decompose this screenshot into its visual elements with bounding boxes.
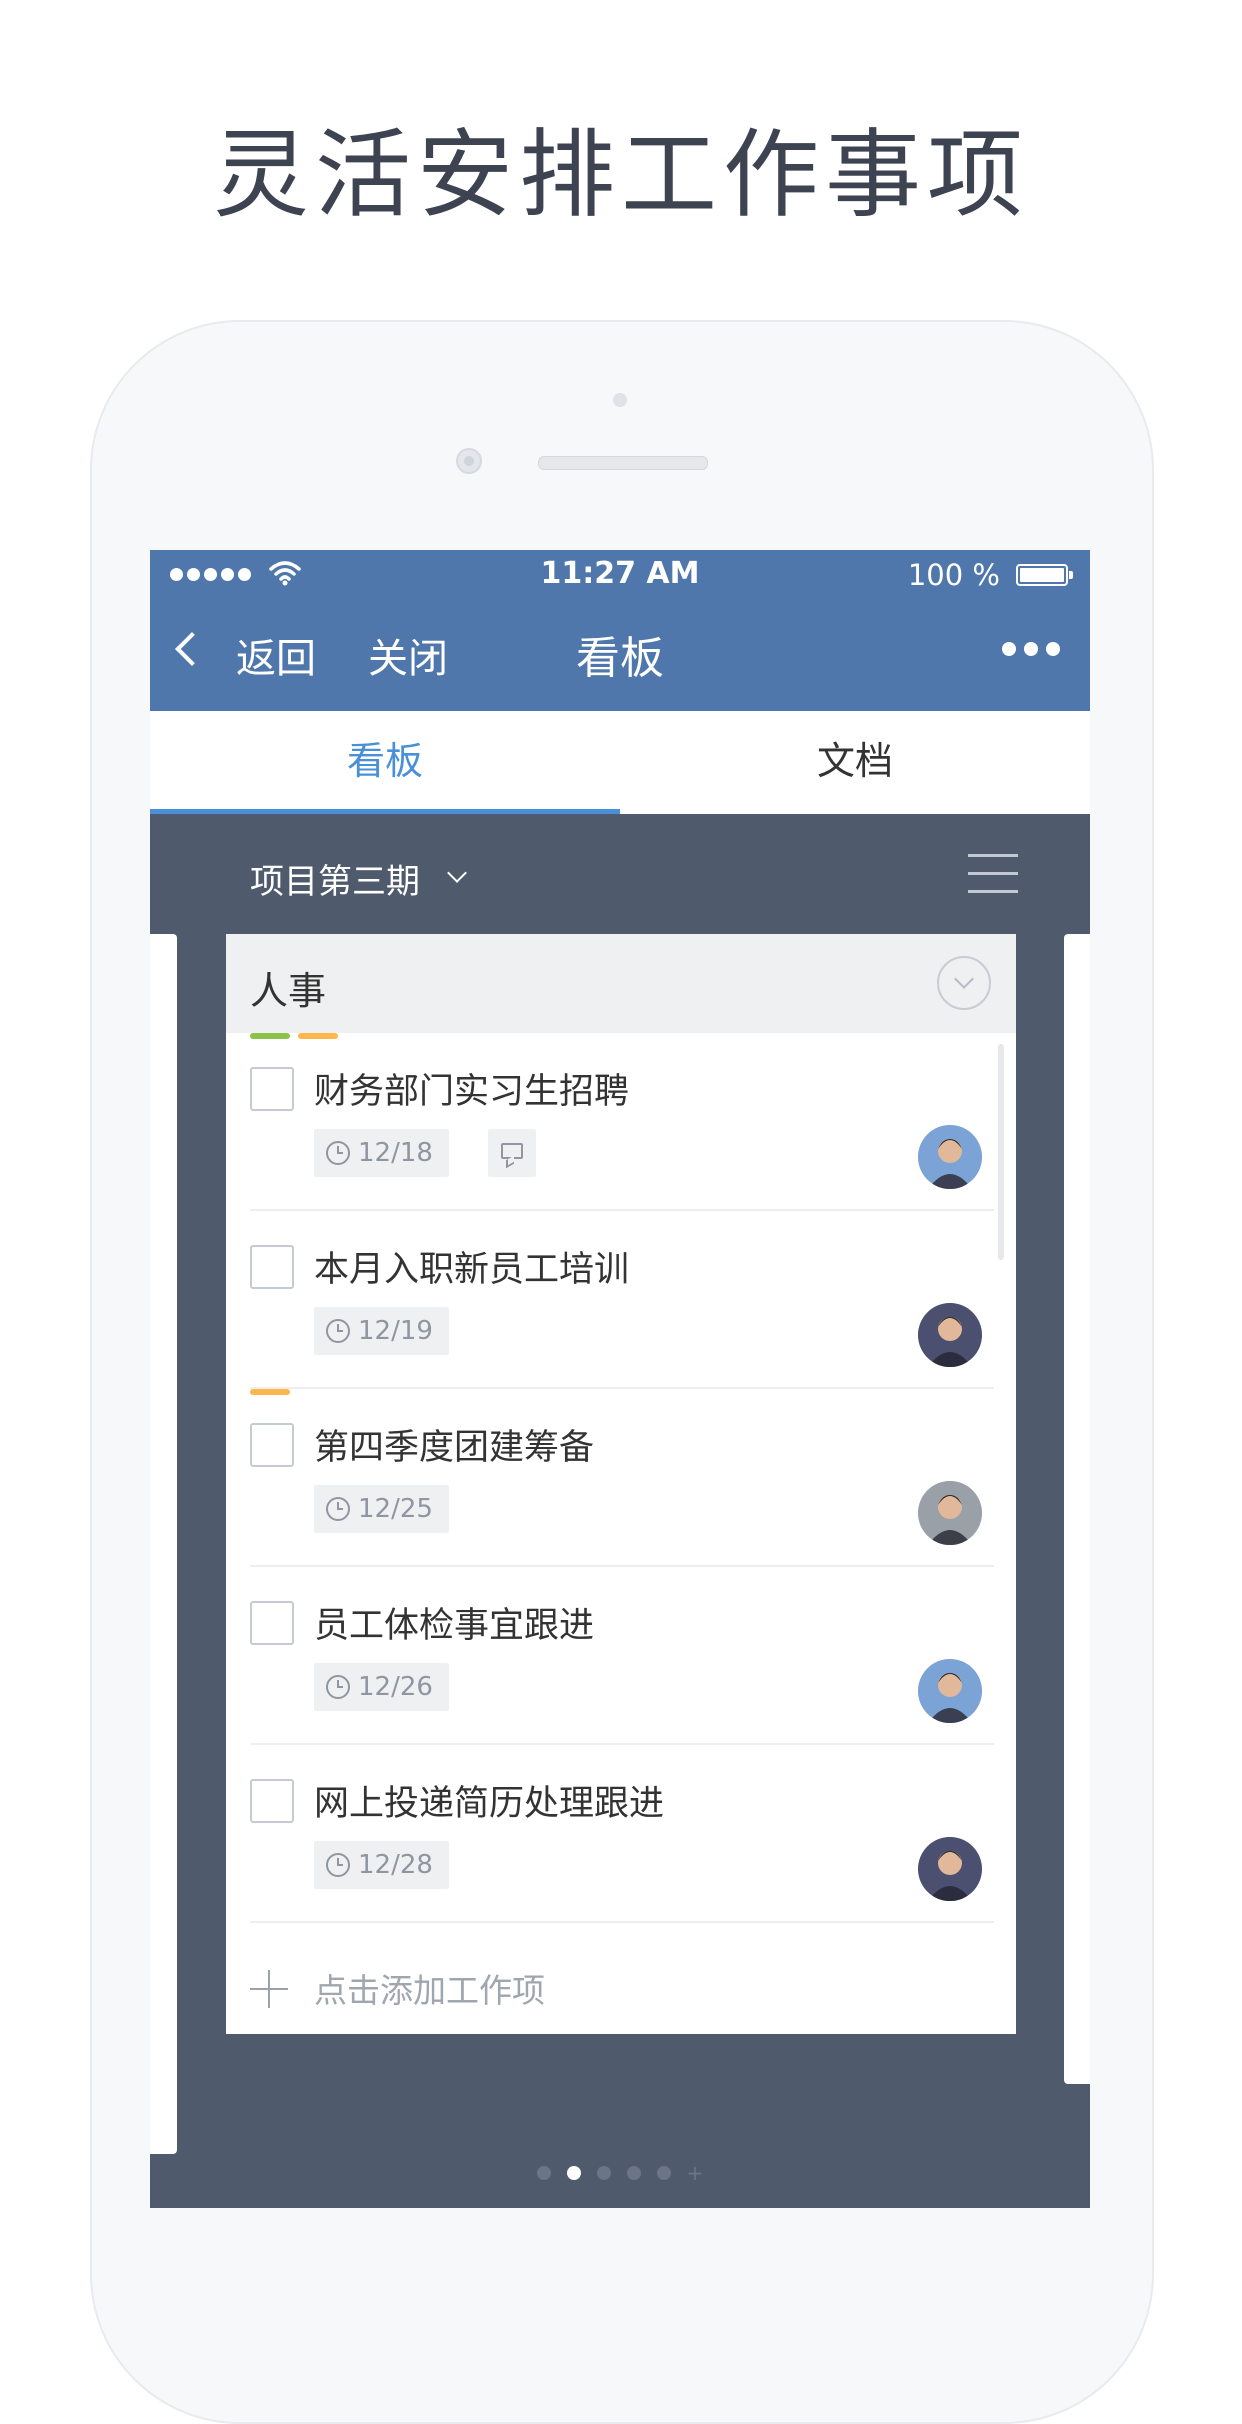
due-date: 12/18 (358, 1138, 433, 1168)
scrollbar[interactable] (998, 1044, 1004, 1260)
assignee-avatar[interactable] (918, 1303, 982, 1367)
assignee-avatar[interactable] (918, 1837, 982, 1901)
task-list-card: 人事 财务部门实习生招聘 12/18 本月入职新员工培训 12/19 第四季度团建筹备 1… (226, 934, 1016, 2034)
tab-bar: 看板 文档 (150, 711, 1090, 814)
next-list-card[interactable] (1064, 934, 1090, 2084)
headline: 灵活安排工作事项 (213, 119, 1029, 231)
tab-documents[interactable]: 文档 (620, 711, 1090, 814)
tab-board[interactable]: 看板 (150, 711, 620, 814)
project-selector[interactable]: 项目第三期 (250, 854, 420, 903)
front-sensor (613, 393, 627, 407)
due-date-badge: 12/19 (314, 1307, 449, 1355)
battery-icon (1016, 564, 1073, 586)
add-task-button[interactable]: 点击添加工作项 (250, 1934, 994, 2034)
clock-icon (326, 1675, 350, 1699)
clock-icon (326, 1853, 350, 1877)
clock-icon (326, 1319, 350, 1343)
comment-icon (488, 1129, 536, 1177)
task-item[interactable]: 财务部门实习生招聘 12/18 (250, 1033, 994, 1211)
tag-color-bar (250, 1389, 290, 1395)
tag-color-bar (298, 1033, 338, 1039)
due-date-badge: 12/26 (314, 1663, 449, 1711)
phone-screen: 11:27 AM 100 % 返回 关闭 看板 看板 文档 项目第三期 人事 财… (150, 550, 1090, 2208)
front-camera (456, 448, 482, 474)
divider (250, 1921, 994, 1923)
due-date-badge: 12/25 (314, 1485, 449, 1533)
due-date-badge: 12/18 (314, 1129, 449, 1177)
collapse-chevron-icon[interactable] (937, 956, 991, 1010)
hamburger-menu-icon[interactable] (968, 854, 1018, 908)
assignee-avatar[interactable] (918, 1481, 982, 1545)
task-checkbox[interactable] (250, 1423, 294, 1467)
due-date: 12/19 (358, 1316, 433, 1346)
task-checkbox[interactable] (250, 1601, 294, 1645)
tag-color-bar (250, 1033, 290, 1039)
project-selector-bar: 项目第三期 (150, 814, 1090, 934)
list-header: 人事 (226, 934, 1016, 1033)
earpiece-speaker (538, 456, 708, 470)
due-date: 12/26 (358, 1672, 433, 1702)
plus-icon (250, 1970, 288, 2008)
battery-percent: 100 % (907, 558, 1000, 592)
add-page-icon[interactable]: + (687, 2163, 704, 2183)
due-date-badge: 12/28 (314, 1841, 449, 1889)
task-checkbox[interactable] (250, 1245, 294, 1289)
task-title: 网上投递简历处理跟进 (314, 1784, 665, 1824)
page-dot[interactable] (626, 2166, 641, 2180)
task-item[interactable]: 员工体检事宜跟进 12/26 (250, 1567, 994, 1745)
clock-icon (326, 1141, 350, 1165)
task-title: 本月入职新员工培训 (314, 1250, 630, 1290)
page-dot[interactable] (656, 2166, 671, 2180)
add-task-label: 点击添加工作项 (314, 1971, 545, 2010)
chevron-down-icon[interactable] (447, 863, 467, 883)
page-dot[interactable] (566, 2166, 581, 2180)
assignee-avatar[interactable] (918, 1659, 982, 1723)
task-checkbox[interactable] (250, 1779, 294, 1823)
task-item[interactable]: 网上投递简历处理跟进 12/28 (250, 1745, 994, 1923)
due-date: 12/28 (358, 1850, 433, 1880)
assignee-avatar[interactable] (918, 1125, 982, 1189)
due-date: 12/25 (358, 1494, 433, 1524)
more-options-icon[interactable] (1002, 642, 1060, 656)
page-indicator: + (150, 2163, 1090, 2183)
previous-list-card[interactable] (150, 934, 177, 2154)
page-dot[interactable] (536, 2166, 551, 2180)
nav-title: 看板 (576, 633, 664, 684)
task-title: 财务部门实习生招聘 (314, 1072, 630, 1112)
status-bar: 11:27 AM 100 % (150, 550, 1090, 600)
task-item[interactable]: 本月入职新员工培训 12/19 (250, 1211, 994, 1389)
page-dot[interactable] (596, 2166, 611, 2180)
nav-bar: 返回 关闭 看板 (150, 600, 1090, 711)
task-checkbox[interactable] (250, 1067, 294, 1111)
clock-icon (326, 1497, 350, 1521)
task-title: 第四季度团建筹备 (314, 1428, 595, 1468)
task-item[interactable]: 第四季度团建筹备 12/25 (250, 1389, 994, 1567)
list-title: 人事 (250, 969, 327, 1013)
task-title: 员工体检事宜跟进 (314, 1606, 595, 1646)
